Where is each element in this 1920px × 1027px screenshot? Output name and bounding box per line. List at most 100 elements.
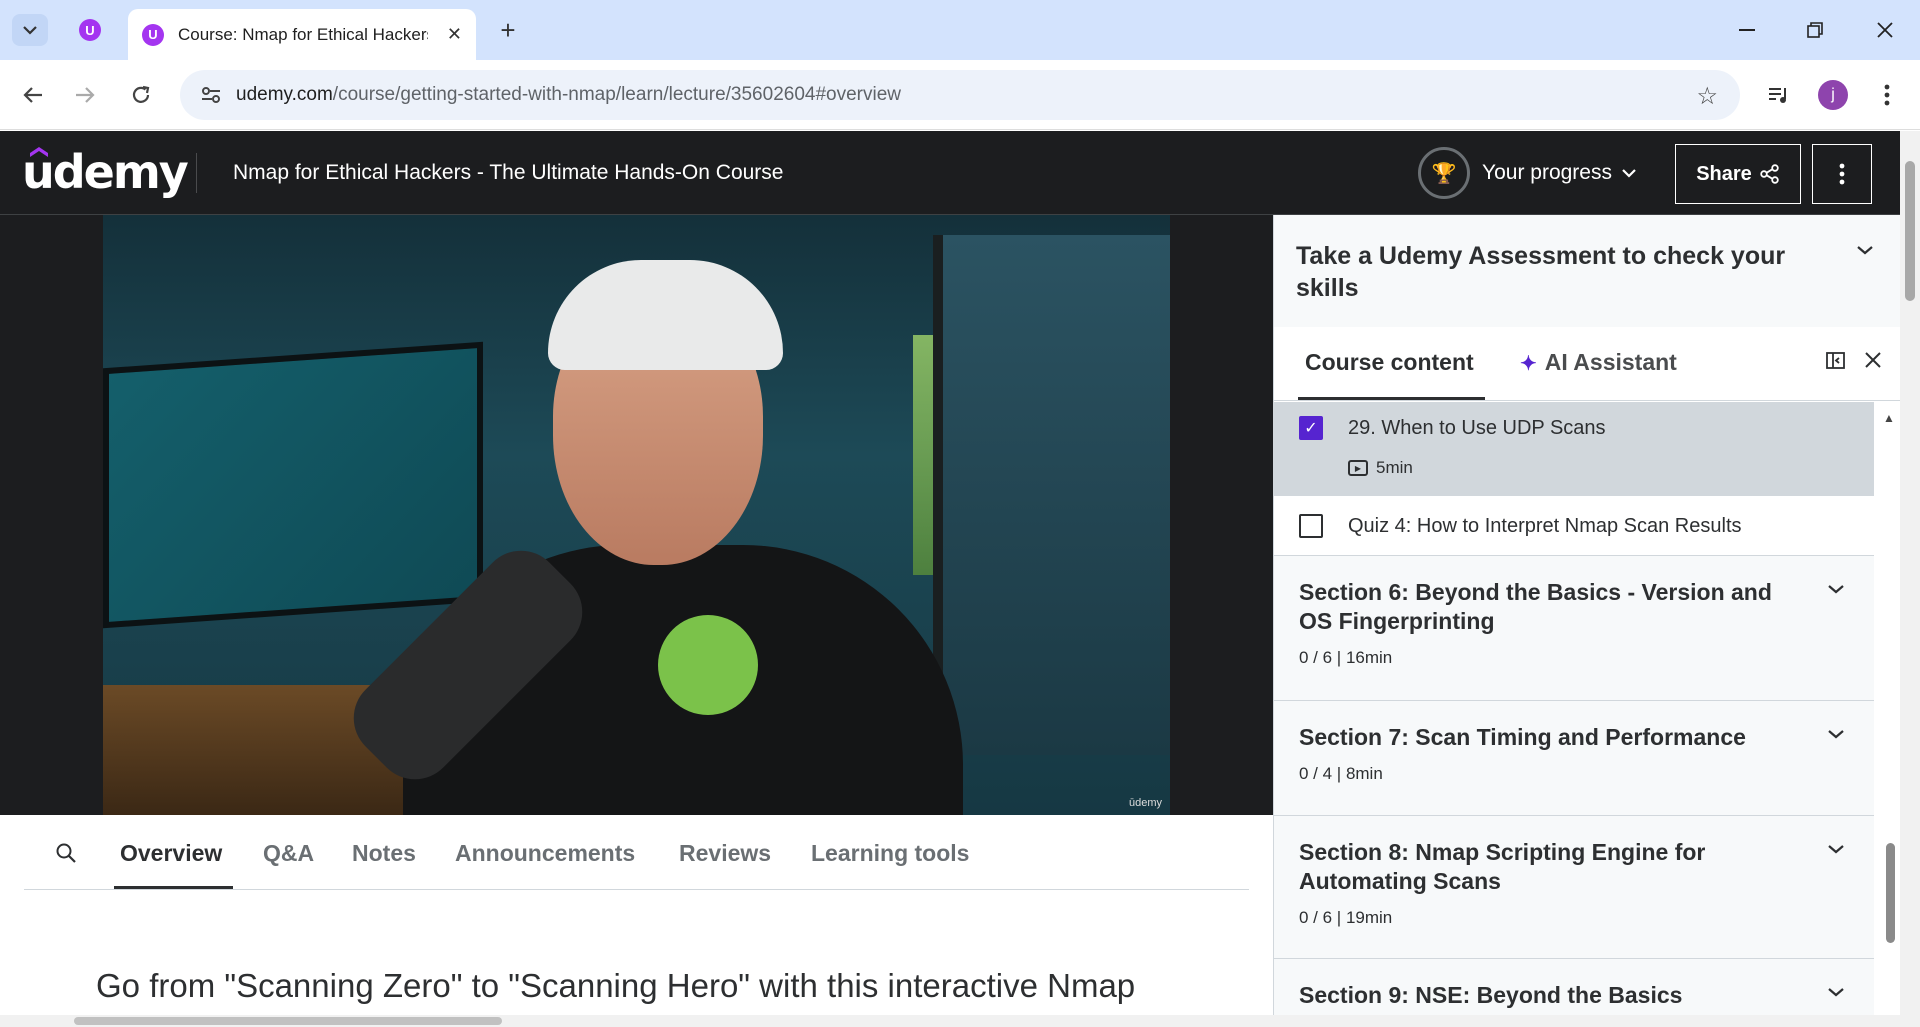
media-control-button[interactable]	[1762, 78, 1796, 112]
lecture-meta: ▶ 5min	[1348, 458, 1413, 478]
chevron-down-icon	[1622, 169, 1636, 178]
omnibox[interactable]: udemy.com/course/getting-started-with-nm…	[180, 70, 1740, 120]
tab-qa[interactable]: Q&A	[263, 840, 314, 867]
tab-announcements[interactable]: Announcements	[455, 840, 635, 867]
horizontal-scrollbar-thumb[interactable]	[74, 1017, 502, 1025]
search-icon[interactable]	[54, 841, 78, 865]
course-sidebar: Take a Udemy Assessment to check your sk…	[1273, 215, 1900, 1015]
udemy-favicon-icon: U	[79, 19, 101, 41]
bookmark-star-icon[interactable]: ☆	[1696, 82, 1718, 111]
tab-notes[interactable]: Notes	[352, 840, 416, 867]
restore-icon	[1807, 22, 1823, 38]
section-header[interactable]: Section 6: Beyond the Basics - Version a…	[1274, 556, 1874, 701]
forward-button[interactable]	[68, 78, 102, 112]
list-item[interactable]: Quiz 4: How to Interpret Nmap Scan Resul…	[1274, 496, 1874, 556]
header-divider	[196, 153, 197, 193]
quiz-title: Quiz 4: How to Interpret Nmap Scan Resul…	[1348, 515, 1742, 537]
course-title[interactable]: Nmap for Ethical Hackers - The Ultimate …	[233, 161, 783, 185]
page-scrollbar[interactable]	[1900, 131, 1920, 1027]
section-meta: 0 / 6 | 19min	[1299, 908, 1393, 927]
ai-assistant-label: AI Assistant	[1544, 349, 1677, 375]
share-icon	[1760, 164, 1779, 184]
close-window-button[interactable]	[1860, 10, 1910, 50]
tab-search-button[interactable]	[12, 14, 48, 46]
tab-learning-tools[interactable]: Learning tools	[811, 840, 969, 867]
minimize-button[interactable]	[1722, 10, 1772, 50]
section-meta: 0 / 4 | 8min	[1299, 764, 1383, 783]
video-watermark: ūdemy	[1128, 797, 1162, 809]
section-header[interactable]: Section 8: Nmap Scripting Engine for Aut…	[1274, 816, 1874, 959]
reload-button[interactable]	[124, 78, 158, 112]
tab-overview[interactable]: Overview	[120, 840, 222, 867]
forward-arrow-icon	[76, 87, 95, 103]
assessment-text: Take a Udemy Assessment to check your sk…	[1296, 242, 1786, 302]
progress-dropdown[interactable]: 🏆 Your progress	[1418, 147, 1636, 199]
sidebar-tabs: Course content ✦ AI Assistant	[1274, 327, 1900, 401]
chevron-down-icon	[1828, 845, 1844, 854]
chevron-down-icon	[1828, 730, 1844, 739]
section-title: Section 7: Scan Timing and Performance	[1299, 724, 1746, 750]
expand-panel-icon[interactable]	[1826, 351, 1846, 371]
video-monitor-shape	[103, 341, 483, 629]
reload-icon	[132, 85, 150, 103]
sparkle-icon: ✦	[1520, 353, 1537, 375]
browser-menu-button[interactable]	[1870, 78, 1904, 112]
section-title: Section 8: Nmap Scripting Engine for Aut…	[1299, 839, 1706, 894]
new-tab-button[interactable]: +	[492, 14, 524, 46]
active-tab-underline	[114, 886, 233, 889]
section-header[interactable]: Section 7: Scan Timing and Performance 0…	[1274, 701, 1874, 816]
tab-reviews[interactable]: Reviews	[679, 840, 771, 867]
tab-ai-assistant[interactable]: ✦ AI Assistant	[1520, 349, 1677, 376]
course-header: udemy Nmap for Ethical Hackers - The Ult…	[0, 131, 1900, 215]
chevron-down-icon	[23, 26, 37, 35]
close-tab-icon[interactable]: ✕	[447, 24, 462, 45]
url-text: udemy.com/course/getting-started-with-nm…	[236, 84, 901, 106]
share-label: Share	[1696, 162, 1752, 185]
kebab-menu-icon	[1839, 163, 1845, 185]
chevron-down-icon	[1828, 585, 1844, 594]
kebab-menu-icon	[1884, 84, 1890, 106]
close-icon	[1877, 22, 1893, 38]
assessment-banner[interactable]: Take a Udemy Assessment to check your sk…	[1274, 215, 1900, 327]
completed-checkbox[interactable]: ✓	[1299, 416, 1323, 440]
udemy-favicon-icon: U	[142, 23, 164, 46]
overview-heading: Go from "Scanning Zero" to "Scanning Her…	[96, 967, 1136, 1004]
browser-tab-bar: U U Course: Nmap for Ethical Hackers - T…	[0, 0, 1920, 60]
active-tab[interactable]: U Course: Nmap for Ethical Hackers - The…	[128, 9, 476, 60]
section-meta: 0 / 6 | 16min	[1299, 648, 1393, 667]
more-options-button[interactable]	[1812, 144, 1872, 204]
curriculum-list: ✓ 29. When to Use UDP Scans ▶ 5min Quiz …	[1274, 402, 1874, 1015]
profile-avatar[interactable]: j	[1818, 80, 1848, 110]
minimize-icon	[1739, 29, 1755, 31]
lecture-duration: 5min	[1376, 458, 1413, 477]
section-title: Section 6: Beyond the Basics - Version a…	[1299, 579, 1772, 634]
url-path: /course/getting-started-with-nmap/learn/…	[332, 84, 901, 105]
chevron-down-icon[interactable]	[1857, 245, 1873, 255]
media-playlist-icon	[1769, 88, 1786, 103]
active-sidebar-tab-underline	[1298, 397, 1485, 400]
lecture-title: 29. When to Use UDP Scans	[1348, 417, 1606, 439]
video-play-icon: ▶	[1348, 460, 1368, 476]
pinned-tab-udemy[interactable]: U	[70, 14, 110, 46]
close-sidebar-icon[interactable]	[1864, 351, 1882, 369]
page-scrollbar-thumb[interactable]	[1905, 161, 1915, 301]
horizontal-scrollbar[interactable]	[0, 1015, 1900, 1027]
video-player[interactable]: ūdemy	[103, 215, 1170, 815]
list-item[interactable]: ✓ 29. When to Use UDP Scans ▶ 5min	[1274, 402, 1874, 496]
back-button[interactable]	[16, 78, 50, 112]
address-bar-row: udemy.com/course/getting-started-with-nm…	[0, 60, 1920, 130]
tab-course-content[interactable]: Course content	[1305, 349, 1474, 376]
share-button[interactable]: Share	[1675, 144, 1801, 204]
sidebar-scrollbar[interactable]	[1886, 843, 1895, 943]
scroll-up-arrow-icon[interactable]: ▲	[1883, 411, 1895, 425]
lecture-tabs: Overview Q&A Notes Announcements Reviews…	[24, 815, 1249, 890]
video-player-area: ūdemy	[0, 215, 1273, 815]
progress-label: Your progress	[1482, 161, 1612, 184]
section-header[interactable]: Section 9: NSE: Beyond the Basics	[1274, 959, 1874, 1015]
completion-checkbox[interactable]	[1299, 514, 1323, 538]
back-arrow-icon	[23, 87, 42, 103]
site-info-icon[interactable]	[200, 84, 222, 106]
url-host: udemy.com	[236, 84, 333, 105]
restore-button[interactable]	[1790, 10, 1840, 50]
udemy-logo[interactable]: udemy	[22, 145, 189, 199]
